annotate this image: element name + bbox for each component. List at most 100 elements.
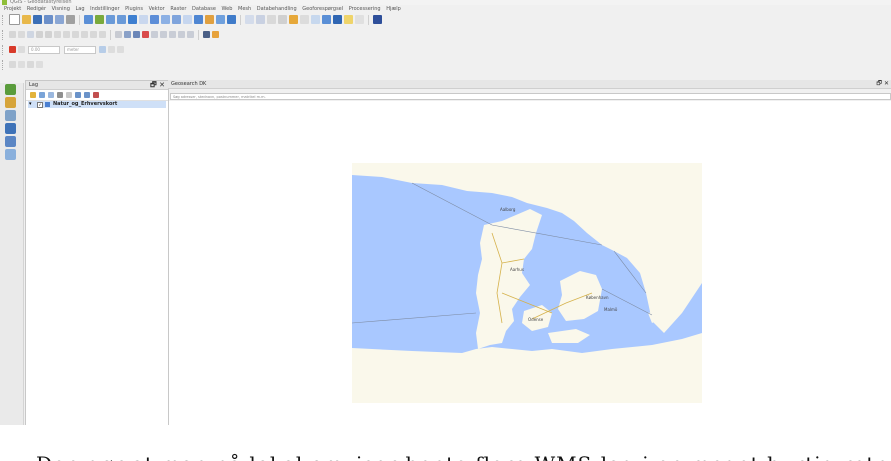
vertex-tool-icon[interactable] xyxy=(45,31,52,38)
map-tips-icon[interactable] xyxy=(344,15,353,24)
menu-rediger[interactable]: Redigér xyxy=(27,6,46,12)
field-calculator-icon[interactable] xyxy=(289,15,298,24)
remove-layer-icon[interactable] xyxy=(93,92,99,98)
filter-legend-icon[interactable] xyxy=(57,92,63,98)
menu-geoforesporgsel[interactable]: Geoforespørgsel xyxy=(302,6,343,12)
label-highlight-icon[interactable] xyxy=(133,31,140,38)
manage-themes-icon[interactable] xyxy=(48,92,54,98)
cut-icon[interactable] xyxy=(63,31,70,38)
save-project-icon[interactable] xyxy=(33,15,42,24)
open-layer-styling-icon[interactable] xyxy=(30,92,36,98)
menu-vektor[interactable]: Vektor xyxy=(149,6,165,12)
menu-database[interactable]: Database xyxy=(192,6,216,12)
zoom-last-icon[interactable] xyxy=(172,15,181,24)
filter-expression-icon[interactable] xyxy=(66,92,72,98)
style-manager-icon[interactable] xyxy=(66,15,75,24)
toolbar-handle[interactable] xyxy=(2,14,6,25)
label-show-hide-icon[interactable] xyxy=(142,31,149,38)
attribute-table-icon[interactable] xyxy=(278,15,287,24)
menu-databehandling[interactable]: Databehandling xyxy=(257,6,297,12)
python-console-icon[interactable] xyxy=(212,31,219,38)
menu-plugins[interactable]: Plugins xyxy=(125,6,143,12)
menu-visning[interactable]: Visning xyxy=(52,6,70,12)
statistics-icon[interactable] xyxy=(300,15,309,24)
add-feature-icon[interactable] xyxy=(36,31,43,38)
deselect-icon[interactable] xyxy=(267,15,276,24)
add-postgis-layer-icon[interactable] xyxy=(5,123,16,134)
zoom-in-icon[interactable] xyxy=(106,15,115,24)
undo-icon[interactable] xyxy=(90,31,97,38)
label-tool-icon[interactable] xyxy=(115,31,122,38)
label-move-icon[interactable] xyxy=(151,31,158,38)
copy-icon[interactable] xyxy=(72,31,79,38)
polygon-tool-icon[interactable] xyxy=(36,61,43,68)
tolerance-field[interactable]: 0.00 xyxy=(28,45,60,54)
menu-lag[interactable]: Lag xyxy=(75,6,84,12)
refresh-icon[interactable] xyxy=(227,15,236,24)
open-project-icon[interactable] xyxy=(22,15,31,24)
toolbar-handle[interactable] xyxy=(2,59,6,70)
expand-arrow-icon[interactable]: ▾ xyxy=(29,101,32,108)
measure-icon[interactable] xyxy=(311,15,320,24)
delete-selected-icon[interactable] xyxy=(54,31,61,38)
label-change-icon[interactable] xyxy=(169,31,176,38)
zoom-selection-icon[interactable] xyxy=(139,15,148,24)
tracing-icon[interactable] xyxy=(99,46,106,53)
panel-float-close-icon[interactable]: 🗗 ✕ xyxy=(150,81,165,89)
rectangle-tool-icon[interactable] xyxy=(27,61,34,68)
layer-row[interactable]: ▾ ✓ Natur_og_Erhvervskort xyxy=(28,101,166,108)
ellipse-tool-icon[interactable] xyxy=(18,61,25,68)
new-map-view-icon[interactable] xyxy=(194,15,203,24)
edit-pencil-icon[interactable] xyxy=(9,31,16,38)
label-options-icon[interactable] xyxy=(187,31,194,38)
add-delimited-text-icon[interactable] xyxy=(5,110,16,121)
intersection-icon[interactable] xyxy=(117,46,124,53)
zoom-full-icon[interactable] xyxy=(128,15,137,24)
new-project-icon[interactable] xyxy=(9,14,20,25)
zoom-native-icon[interactable] xyxy=(161,15,170,24)
pan-to-selection-icon[interactable] xyxy=(95,15,104,24)
zoom-layer-icon[interactable] xyxy=(150,15,159,24)
menu-raster[interactable]: Raster xyxy=(170,6,186,12)
self-snapping-icon[interactable] xyxy=(108,46,115,53)
geosearch-input[interactable]: Søg adresser, stednavn, postnummer, matr… xyxy=(170,93,891,100)
zoom-out-icon[interactable] xyxy=(117,15,126,24)
print-layout-icon[interactable] xyxy=(55,15,64,24)
menu-projekt[interactable]: Projekt xyxy=(4,6,21,12)
globe-icon[interactable] xyxy=(203,31,210,38)
unit-select[interactable]: meter xyxy=(64,45,96,54)
label-pin-icon[interactable] xyxy=(124,31,131,38)
menu-indstillinger[interactable]: Indstillinger xyxy=(90,6,119,12)
label-properties-icon[interactable] xyxy=(178,31,185,38)
processing-toolbox-icon[interactable] xyxy=(333,15,342,24)
add-group-icon[interactable] xyxy=(39,92,45,98)
save-edits-icon[interactable] xyxy=(27,31,34,38)
pan-map-icon[interactable] xyxy=(84,15,93,24)
paste-icon[interactable] xyxy=(81,31,88,38)
snap-mode-icon[interactable] xyxy=(18,46,25,53)
expand-all-icon[interactable] xyxy=(75,92,81,98)
identify-icon[interactable] xyxy=(245,15,254,24)
text-annotation-icon[interactable] xyxy=(355,15,364,24)
denmark-wms-map[interactable]: Aalborg Aarhus Odense København Malmö xyxy=(352,163,702,403)
add-raster-layer-icon[interactable] xyxy=(5,97,16,108)
panel-float-close-icon[interactable]: 🗗 ✕ xyxy=(876,80,889,88)
zoom-next-icon[interactable] xyxy=(183,15,192,24)
add-wms-layer-icon[interactable] xyxy=(5,136,16,147)
collapse-all-icon[interactable] xyxy=(84,92,90,98)
toggle-editing-icon[interactable] xyxy=(18,31,25,38)
plugin-icon[interactable] xyxy=(373,15,382,24)
add-vector-layer-icon[interactable] xyxy=(5,84,16,95)
toolbar-handle[interactable] xyxy=(2,29,6,40)
temporal-controller-icon[interactable] xyxy=(205,15,214,24)
sum-icon[interactable] xyxy=(322,15,331,24)
snapping-magnet-icon[interactable] xyxy=(9,46,16,53)
menu-mesh[interactable]: Mesh xyxy=(238,6,251,12)
menu-processering[interactable]: Processering xyxy=(349,6,381,12)
redo-icon[interactable] xyxy=(99,31,106,38)
save-as-icon[interactable] xyxy=(44,15,53,24)
select-features-icon[interactable] xyxy=(256,15,265,24)
layer-visibility-checkbox[interactable]: ✓ xyxy=(37,102,43,108)
menu-hjaelp[interactable]: Hjælp xyxy=(386,6,401,12)
circle-tool-icon[interactable] xyxy=(9,61,16,68)
